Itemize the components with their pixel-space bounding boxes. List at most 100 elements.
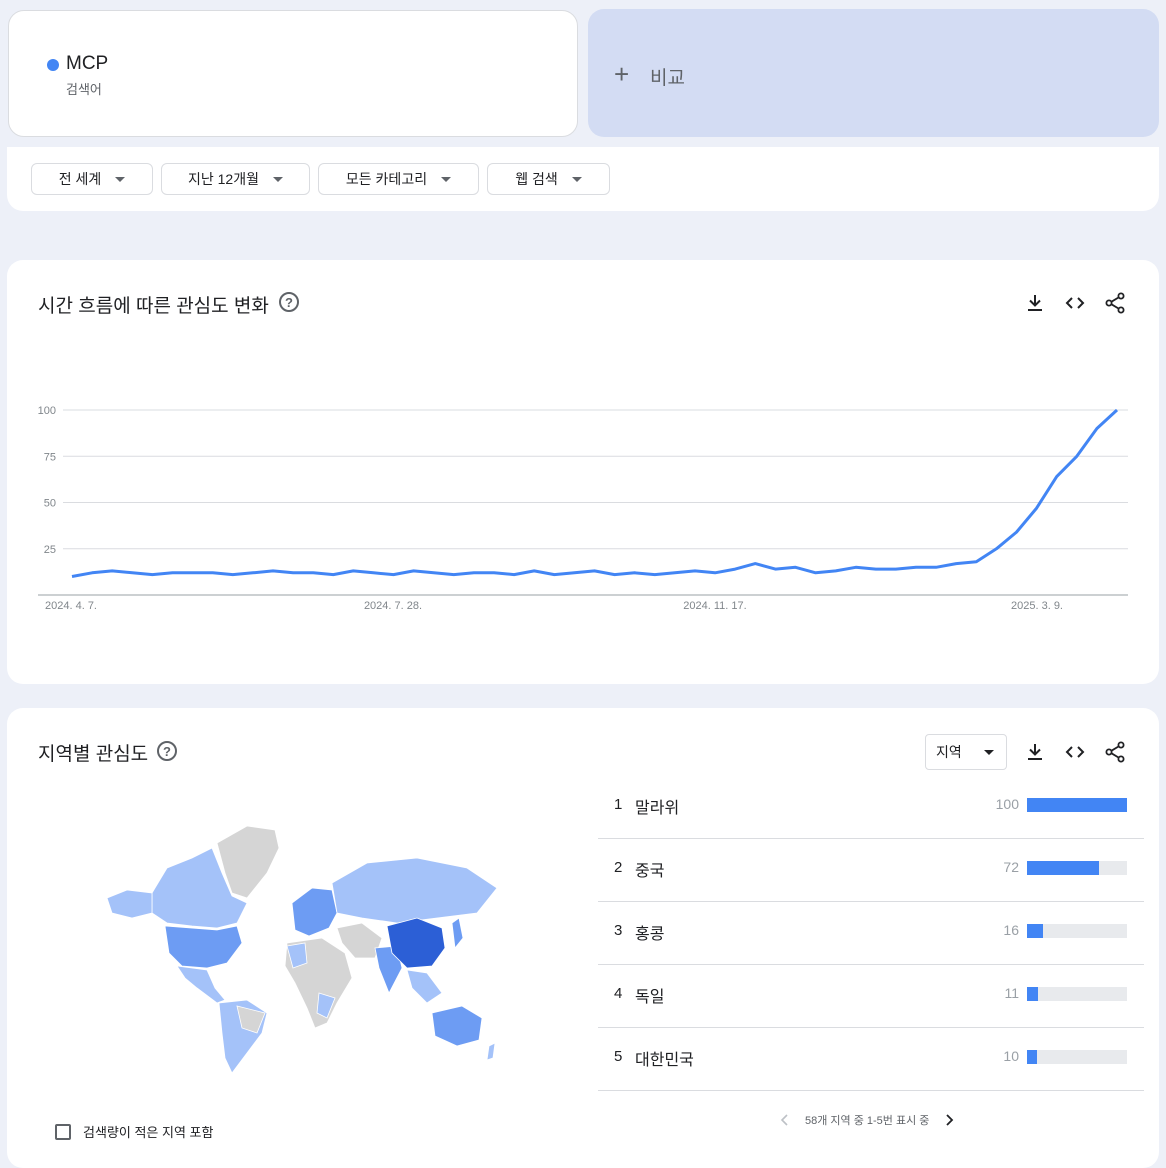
region-bar — [1027, 861, 1099, 875]
resolution-dropdown[interactable]: 지역 — [925, 734, 1007, 770]
include-low-volume-checkbox[interactable] — [55, 1123, 71, 1140]
x-tick-label: 2024. 7. 28. — [364, 600, 422, 612]
embed-icon[interactable] — [1063, 740, 1087, 764]
data-point[interactable] — [995, 547, 998, 550]
data-point[interactable] — [573, 571, 576, 574]
data-point[interactable] — [975, 560, 978, 563]
data-point[interactable] — [935, 566, 938, 569]
search-type-filter-dropdown[interactable]: 웹 검색 — [487, 163, 610, 195]
region-filter-dropdown[interactable]: 전 세계 — [31, 163, 153, 195]
data-point[interactable] — [432, 571, 435, 574]
data-point[interactable] — [714, 571, 717, 574]
data-point[interactable] — [1075, 455, 1078, 458]
data-point[interactable] — [633, 571, 636, 574]
region-rank: 1 — [614, 796, 623, 813]
region-rank: 2 — [614, 859, 623, 876]
data-point[interactable] — [1116, 409, 1119, 412]
map-region-usa[interactable] — [164, 925, 243, 969]
compare-button[interactable]: + 비교 — [588, 9, 1159, 137]
data-point[interactable] — [452, 573, 455, 576]
data-point[interactable] — [392, 573, 395, 576]
map-region-russia[interactable] — [331, 857, 498, 924]
data-point[interactable] — [874, 568, 877, 571]
map-region-mexico[interactable] — [176, 965, 226, 1004]
map-region-australia[interactable] — [431, 1005, 483, 1047]
region-rank: 4 — [614, 985, 623, 1002]
series-line-mcp[interactable] — [71, 408, 1119, 578]
map-region-se-asia[interactable] — [406, 969, 443, 1004]
chevron-right-icon[interactable] — [941, 1112, 957, 1128]
help-icon[interactable]: ? — [157, 741, 177, 761]
chevron-left-icon[interactable] — [777, 1112, 793, 1128]
region-bar — [1027, 798, 1127, 812]
plus-icon: + — [614, 59, 630, 89]
search-term-card[interactable]: MCP 검색어 — [8, 10, 578, 137]
data-point[interactable] — [71, 575, 74, 578]
data-point[interactable] — [593, 569, 596, 572]
data-point[interactable] — [693, 569, 696, 572]
data-point[interactable] — [472, 571, 475, 574]
search-term-type: 검색어 — [66, 82, 102, 97]
region-value: 16 — [1003, 922, 1019, 938]
region-name: 홍콩 — [635, 926, 665, 943]
data-point[interactable] — [332, 573, 335, 576]
data-point[interactable] — [814, 571, 817, 574]
data-point[interactable] — [292, 571, 295, 574]
category-filter-dropdown[interactable]: 모든 카테고리 — [318, 163, 479, 195]
low-volume-option[interactable]: 검색량이 적은 지역 포함 — [55, 1122, 213, 1141]
download-icon[interactable] — [1023, 740, 1047, 764]
data-point[interactable] — [854, 566, 857, 569]
region-row[interactable]: 3 홍콩 16 — [598, 902, 1144, 965]
data-point[interactable] — [894, 568, 897, 571]
data-point[interactable] — [653, 573, 656, 576]
data-point[interactable] — [955, 562, 958, 565]
data-point[interactable] — [131, 571, 134, 574]
x-tick-label: 2024. 11. 17. — [683, 600, 746, 612]
data-point[interactable] — [372, 571, 375, 574]
data-point[interactable] — [1055, 475, 1058, 478]
data-point[interactable] — [412, 569, 415, 572]
map-region-europe[interactable] — [291, 887, 338, 937]
data-point[interactable] — [211, 571, 214, 574]
region-row[interactable]: 2 중국 72 — [598, 839, 1144, 902]
data-point[interactable] — [1035, 507, 1038, 510]
data-point[interactable] — [513, 573, 516, 576]
data-point[interactable] — [533, 569, 536, 572]
data-point[interactable] — [111, 569, 114, 572]
data-point[interactable] — [834, 569, 837, 572]
dropdown-arrow-icon — [272, 176, 283, 182]
region-row[interactable]: 4 독일 11 — [598, 965, 1144, 1028]
data-point[interactable] — [1095, 427, 1098, 430]
region-row[interactable]: 5 대한민국 10 — [598, 1028, 1144, 1091]
data-point[interactable] — [1015, 531, 1018, 534]
data-point[interactable] — [312, 571, 315, 574]
data-point[interactable] — [493, 571, 496, 574]
data-point[interactable] — [271, 569, 274, 572]
data-point[interactable] — [673, 571, 676, 574]
data-point[interactable] — [151, 573, 154, 576]
data-point[interactable] — [794, 566, 797, 569]
search-term-name[interactable]: MCP — [66, 53, 108, 75]
data-point[interactable] — [734, 568, 737, 571]
data-point[interactable] — [553, 573, 556, 576]
map-region-japan[interactable] — [451, 917, 464, 949]
data-point[interactable] — [231, 573, 234, 576]
data-point[interactable] — [251, 571, 254, 574]
data-point[interactable] — [915, 566, 918, 569]
data-point[interactable] — [774, 568, 777, 571]
data-point[interactable] — [91, 571, 94, 574]
data-point[interactable] — [754, 562, 757, 565]
map-region-alaska[interactable] — [106, 889, 153, 919]
data-point[interactable] — [191, 571, 194, 574]
data-point[interactable] — [352, 569, 355, 572]
data-point[interactable] — [613, 573, 616, 576]
map-region-new-zealand[interactable] — [486, 1042, 496, 1061]
region-row[interactable]: 1 말라위 100 — [598, 776, 1144, 839]
dropdown-arrow-icon — [441, 176, 452, 182]
interest-line-chart[interactable]: 25 50 75 100 2024. 4. 7. 2024. 7. 28. 2024. 1… — [7, 260, 1159, 684]
share-icon[interactable] — [1103, 740, 1127, 764]
period-filter-dropdown[interactable]: 지난 12개월 — [161, 163, 310, 195]
data-point[interactable] — [171, 571, 174, 574]
region-bar — [1027, 1050, 1037, 1064]
world-map[interactable] — [97, 818, 507, 1078]
